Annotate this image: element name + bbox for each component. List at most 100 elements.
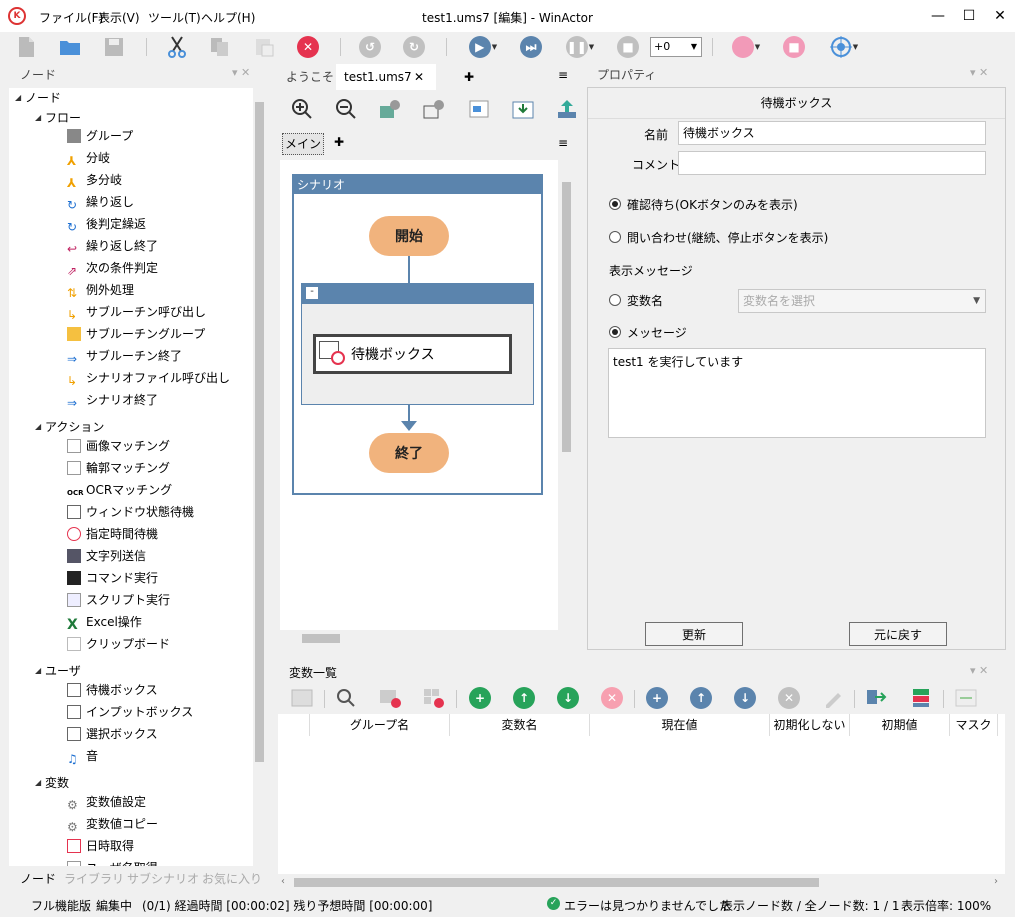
tab-welcome[interactable]: ようこそ: [278, 64, 342, 90]
clear-variables-icon[interactable]: [378, 686, 402, 710]
zoom-out-icon[interactable]: [334, 97, 358, 121]
list-item[interactable]: ↳ サブルーチン呼び出し: [67, 302, 206, 322]
save-icon[interactable]: [102, 35, 126, 59]
tab-favorites[interactable]: お気に入り: [202, 870, 262, 887]
list-item[interactable]: X Excel操作: [67, 612, 142, 633]
tab-library[interactable]: ライブラリ: [64, 870, 124, 887]
scenario-canvas[interactable]: シナリオ 開始 - 待機ボックス 終了: [280, 160, 558, 630]
undo-icon[interactable]: ↺: [358, 35, 382, 59]
play-icon[interactable]: ▶ ▼: [466, 35, 500, 59]
delete-variable-icon[interactable]: ✕: [777, 686, 801, 710]
list-item[interactable]: ⇅ 例外処理: [67, 280, 134, 300]
radio-variable[interactable]: [609, 294, 621, 306]
import-variables-icon[interactable]: [865, 686, 889, 710]
tree-root[interactable]: ◢ ノード: [15, 88, 61, 108]
list-item[interactable]: ⇗ 次の条件判定: [67, 258, 158, 278]
list-item[interactable]: ↳ シナリオファイル呼び出し: [67, 368, 230, 388]
image-settings-icon[interactable]: [378, 97, 402, 121]
column-mask[interactable]: マスク: [950, 714, 998, 736]
tab-test1[interactable]: test1.ums7 ✕: [336, 64, 436, 90]
pin-icon[interactable]: ▾ ✕: [970, 664, 988, 677]
tab-menu-icon[interactable]: ≡: [558, 68, 568, 82]
open-folder-icon[interactable]: [58, 35, 82, 59]
list-item[interactable]: ウィンドウ状態待機: [67, 502, 194, 522]
cut-icon[interactable]: [165, 35, 189, 59]
zoom-in-icon[interactable]: [290, 97, 314, 121]
column-no-init[interactable]: 初期化しない: [770, 714, 850, 736]
comment-field[interactable]: [678, 151, 986, 175]
list-item[interactable]: インプットボックス: [67, 702, 193, 722]
stop-icon[interactable]: ■: [616, 35, 640, 59]
redo-icon[interactable]: ↻: [402, 35, 426, 59]
target-select-icon[interactable]: ▼: [827, 35, 861, 59]
variables-hscroll[interactable]: ‹ ›: [278, 874, 1005, 891]
update-button[interactable]: 更新: [645, 622, 743, 646]
list-item[interactable]: 指定時間待機: [67, 524, 158, 544]
tab-subscenario[interactable]: サブシナリオ: [127, 870, 199, 887]
list-item[interactable]: 日時取得: [67, 836, 134, 856]
record-stop-icon[interactable]: ■: [782, 35, 806, 59]
variables-table-body[interactable]: [278, 736, 1005, 874]
list-item[interactable]: ⅄ 分岐: [67, 148, 110, 168]
list-item[interactable]: ユーザ名取得: [67, 858, 158, 866]
node-tree-scrollbar[interactable]: [253, 88, 266, 866]
tree-group-flow[interactable]: ◢ フロー: [35, 108, 81, 128]
variable-type-icon[interactable]: [290, 686, 314, 710]
column-current-value[interactable]: 現在値: [590, 714, 770, 736]
list-item[interactable]: ↻ 繰り返し: [67, 192, 134, 212]
end-node[interactable]: 終了: [369, 433, 449, 473]
list-item[interactable]: 輪郭マッチング: [67, 458, 170, 478]
pin-icon[interactable]: ▾ ✕: [970, 66, 988, 79]
wait-time-select[interactable]: +0 ▼: [650, 37, 702, 57]
list-item[interactable]: コマンド実行: [67, 568, 158, 588]
add-variable-icon[interactable]: +: [645, 686, 669, 710]
close-button[interactable]: ✕: [985, 6, 1015, 26]
message-textarea[interactable]: test1 を実行しています: [608, 348, 986, 438]
search-icon[interactable]: [334, 686, 358, 710]
revert-button[interactable]: 元に戻す: [849, 622, 947, 646]
column-group-name[interactable]: グループ名: [310, 714, 450, 736]
radio-confirm[interactable]: [609, 198, 621, 210]
variable-select[interactable]: 変数名を選択 ▼: [738, 289, 986, 313]
subtab-menu-icon[interactable]: ≡: [558, 136, 568, 150]
add-group-icon[interactable]: +: [468, 686, 492, 710]
list-item[interactable]: サブルーチングループ: [67, 324, 205, 344]
list-item[interactable]: グループ: [67, 126, 133, 146]
list-item[interactable]: スクリプト実行: [67, 590, 170, 610]
wait-box-node[interactable]: 待機ボックス: [313, 334, 512, 374]
radio-message[interactable]: [609, 326, 621, 338]
delete-icon[interactable]: ✕: [296, 35, 320, 59]
list-item[interactable]: 選択ボックス: [67, 724, 158, 744]
list-item[interactable]: ⇒ シナリオ終了: [67, 390, 158, 410]
move-variable-down-icon[interactable]: ↓: [733, 686, 757, 710]
minimize-button[interactable]: —: [923, 6, 953, 26]
move-variable-up-icon[interactable]: ↑: [689, 686, 713, 710]
tree-group-action[interactable]: ◢ アクション: [35, 417, 104, 437]
edit-variable-icon[interactable]: [821, 686, 845, 710]
list-item[interactable]: OCR OCRマッチング: [67, 480, 172, 500]
add-tab-icon[interactable]: ✚: [456, 64, 482, 90]
collapse-variables-icon[interactable]: [954, 686, 978, 710]
move-group-down-icon[interactable]: ↓: [556, 686, 580, 710]
maximize-button[interactable]: ☐: [954, 6, 984, 26]
start-node[interactable]: 開始: [369, 216, 449, 256]
list-item[interactable]: クリップボード: [67, 634, 170, 654]
list-item[interactable]: ↻ 後判定繰返: [67, 214, 146, 234]
list-item[interactable]: 待機ボックス: [67, 680, 158, 700]
tree-group-variable[interactable]: ◢ 変数: [35, 773, 69, 793]
pause-icon[interactable]: ❚❚ ▼: [563, 35, 597, 59]
list-item[interactable]: 画像マッチング: [67, 436, 170, 456]
import-icon[interactable]: [511, 97, 535, 121]
list-item[interactable]: ↩ 繰り返し終了: [67, 236, 158, 256]
delete-unused-icon[interactable]: [422, 686, 446, 710]
new-file-icon[interactable]: [14, 35, 38, 59]
column-initial-value[interactable]: 初期値: [850, 714, 950, 736]
pin-icon[interactable]: ▾ ✕: [232, 66, 250, 79]
add-subtab-icon[interactable]: ✚: [334, 135, 344, 149]
paste-icon[interactable]: [252, 35, 276, 59]
capture-icon[interactable]: [467, 97, 491, 121]
list-item[interactable]: 文字列送信: [67, 546, 146, 566]
canvas-vscroll[interactable]: [558, 160, 575, 630]
move-group-up-icon[interactable]: ↑: [512, 686, 536, 710]
canvas-hscroll[interactable]: [280, 630, 558, 647]
